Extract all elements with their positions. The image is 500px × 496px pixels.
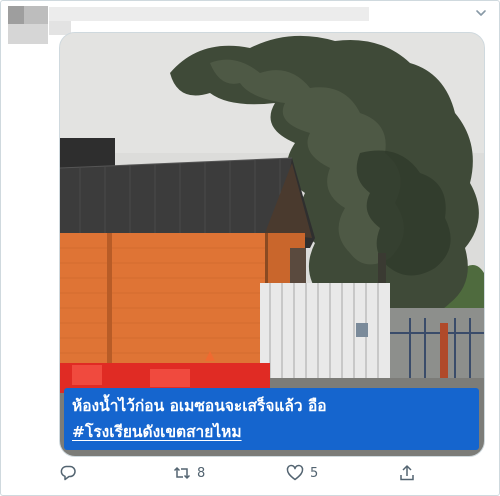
caption-line-1: ห้องน้ำไว้ก่อน อเมซอนจะเสร็จแล้ว อือ bbox=[72, 397, 327, 415]
like-button[interactable]: 5 bbox=[286, 461, 318, 485]
chevron-down-icon[interactable] bbox=[473, 5, 489, 21]
image-caption: ห้องน้ำไว้ก่อน อเมซอนจะเสร็จแล้ว อือ #โร… bbox=[64, 388, 479, 450]
retweet-icon bbox=[173, 466, 191, 480]
reply-button[interactable] bbox=[59, 461, 77, 485]
avatar[interactable] bbox=[8, 6, 48, 44]
tweet-card[interactable]: ห้องน้ำไว้ก่อน อเมซอนจะเสร็จแล้ว อือ #โร… bbox=[0, 0, 500, 496]
retweet-count: 8 bbox=[197, 465, 206, 481]
like-count: 5 bbox=[310, 465, 319, 481]
retweet-button[interactable]: 8 bbox=[173, 461, 205, 485]
share-icon bbox=[400, 465, 414, 481]
tweet-photo[interactable]: ห้องน้ำไว้ก่อน อเมซอนจะเสร็จแล้ว อือ #โร… bbox=[59, 32, 485, 457]
share-button[interactable] bbox=[398, 461, 416, 485]
heart-icon bbox=[286, 464, 304, 481]
tweet-actions: 8 5 bbox=[1, 461, 500, 487]
user-name-redacted bbox=[49, 7, 369, 21]
reply-icon bbox=[60, 465, 76, 481]
hashtag-link[interactable]: #โรงเรียนดังเขตสายไหม bbox=[72, 419, 479, 445]
